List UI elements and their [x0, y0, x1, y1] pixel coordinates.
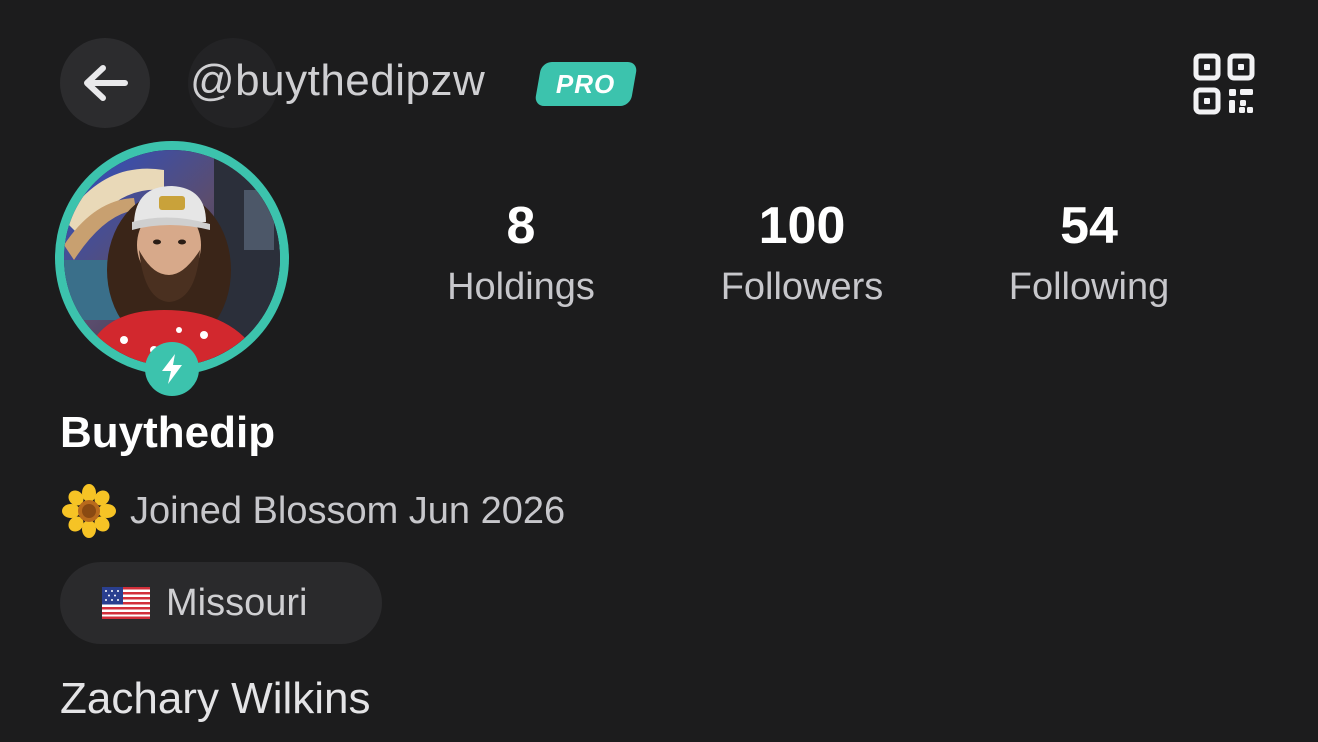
stat-following[interactable]: 54 Following [969, 196, 1209, 310]
stat-value: 54 [1060, 197, 1118, 255]
stat-label: Followers [720, 266, 884, 308]
location-text: Missouri [166, 581, 308, 624]
stat-label: Holdings [447, 266, 595, 308]
us-flag-icon [102, 587, 150, 619]
stat-label: Following [1008, 266, 1170, 308]
pro-lightning-badge [145, 342, 199, 396]
sunflower-icon [62, 484, 116, 538]
display-name: Buythedip [60, 408, 276, 457]
stat-value: 100 [758, 197, 846, 255]
lightning-bolt-icon [162, 354, 182, 384]
stat-holdings[interactable]: 8 Holdings [401, 196, 641, 310]
qr-code-button[interactable] [1192, 52, 1256, 116]
location-chip[interactable]: Missouri [60, 562, 382, 644]
stat-followers[interactable]: 100 Followers [682, 196, 922, 310]
pro-badge-label: PRO [556, 68, 616, 99]
pro-badge: PRO [534, 62, 638, 106]
profile-page: @buythedipzw PRO 8 Holdings 100 Follower… [0, 0, 1318, 742]
profile-handle: @buythedipzw [190, 56, 486, 105]
avatar-photo [64, 150, 280, 366]
qr-code-icon [1193, 53, 1255, 115]
real-name: Zachary Wilkins [60, 674, 371, 723]
avatar[interactable] [64, 150, 280, 366]
stat-value: 8 [506, 197, 536, 255]
arrow-left-icon [84, 65, 128, 101]
joined-text: Joined Blossom Jun 2026 [130, 489, 566, 532]
back-button[interactable] [60, 38, 150, 128]
joined-info: Joined Blossom Jun 2026 [62, 484, 565, 538]
